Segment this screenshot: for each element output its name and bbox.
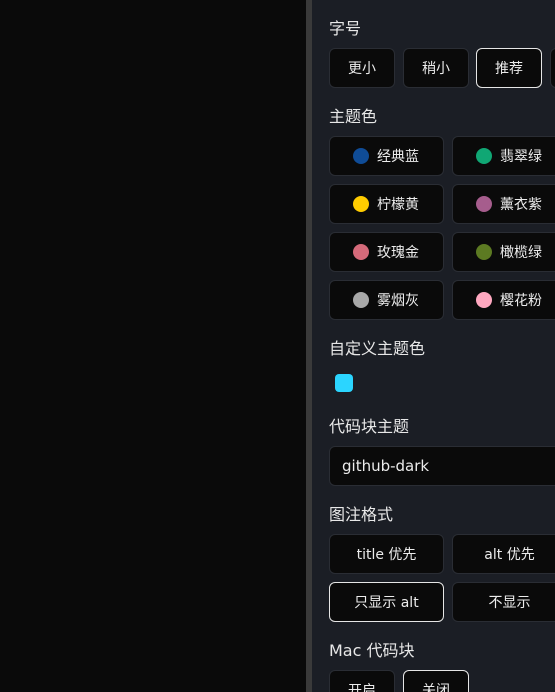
theme-olive-green-button[interactable]: 橄榄绿 bbox=[452, 232, 555, 272]
theme-option-label: 经典蓝 bbox=[377, 149, 419, 165]
theme-emerald-green-button[interactable]: 翡翠绿 bbox=[452, 136, 555, 176]
olive-green-swatch-icon bbox=[476, 244, 492, 260]
smoke-gray-swatch-icon bbox=[353, 292, 369, 308]
caption-hidden-button[interactable]: 不显示 bbox=[452, 582, 555, 622]
font-size-larger-button[interactable] bbox=[550, 48, 555, 88]
theme-option-label: 樱花粉 bbox=[500, 293, 542, 309]
custom-theme-color-title: 自定义主题色 bbox=[329, 339, 426, 358]
font-size-recommended-button[interactable]: 推荐 bbox=[476, 48, 542, 88]
theme-rose-gold-button[interactable]: 玫瑰金 bbox=[329, 232, 444, 272]
mac-code-block-title: Mac 代码块 bbox=[329, 641, 415, 660]
emerald-green-swatch-icon bbox=[476, 148, 492, 164]
code-block-theme-title: 代码块主题 bbox=[329, 417, 410, 436]
theme-color-title: 主题色 bbox=[329, 107, 378, 126]
font-size-smaller-button[interactable]: 更小 bbox=[329, 48, 395, 88]
theme-option-label: 玫瑰金 bbox=[377, 245, 419, 261]
mac-code-block-on-button[interactable]: 开启 bbox=[329, 670, 395, 692]
caption-format-title: 图注格式 bbox=[329, 505, 394, 524]
caption-alt-first-button[interactable]: alt 优先 bbox=[452, 534, 555, 574]
theme-smoke-gray-button[interactable]: 雾烟灰 bbox=[329, 280, 444, 320]
mac-code-block-off-button[interactable]: 关闭 bbox=[403, 670, 469, 692]
theme-option-label: 橄榄绿 bbox=[500, 245, 542, 261]
theme-sakura-pink-button[interactable]: 樱花粉 bbox=[452, 280, 555, 320]
theme-option-label: 雾烟灰 bbox=[377, 293, 419, 309]
theme-lemon-yellow-button[interactable]: 柠檬黄 bbox=[329, 184, 444, 224]
theme-option-label: 翡翠绿 bbox=[500, 149, 542, 165]
sakura-pink-swatch-icon bbox=[476, 292, 492, 308]
classic-blue-swatch-icon bbox=[353, 148, 369, 164]
style-settings-panel: 字号 更小 稍小 推荐 主题色 经典蓝 翡翠绿 柠檬黄 薰衣紫 玫瑰金 橄榄绿 … bbox=[312, 0, 555, 692]
font-size-small-button[interactable]: 稍小 bbox=[403, 48, 469, 88]
caption-alt-only-button[interactable]: 只显示 alt bbox=[329, 582, 444, 622]
theme-option-label: 薰衣紫 bbox=[500, 197, 542, 213]
theme-classic-blue-button[interactable]: 经典蓝 bbox=[329, 136, 444, 176]
editor-pane[interactable] bbox=[0, 0, 306, 692]
font-size-title: 字号 bbox=[329, 19, 362, 38]
caption-title-first-button[interactable]: title 优先 bbox=[329, 534, 444, 574]
lavender-purple-swatch-icon bbox=[476, 196, 492, 212]
code-block-theme-select[interactable]: github-dark bbox=[329, 446, 555, 486]
lemon-yellow-swatch-icon bbox=[353, 196, 369, 212]
theme-lavender-purple-button[interactable]: 薰衣紫 bbox=[452, 184, 555, 224]
custom-color-picker[interactable] bbox=[335, 374, 353, 392]
theme-option-label: 柠檬黄 bbox=[377, 197, 419, 213]
rose-gold-swatch-icon bbox=[353, 244, 369, 260]
